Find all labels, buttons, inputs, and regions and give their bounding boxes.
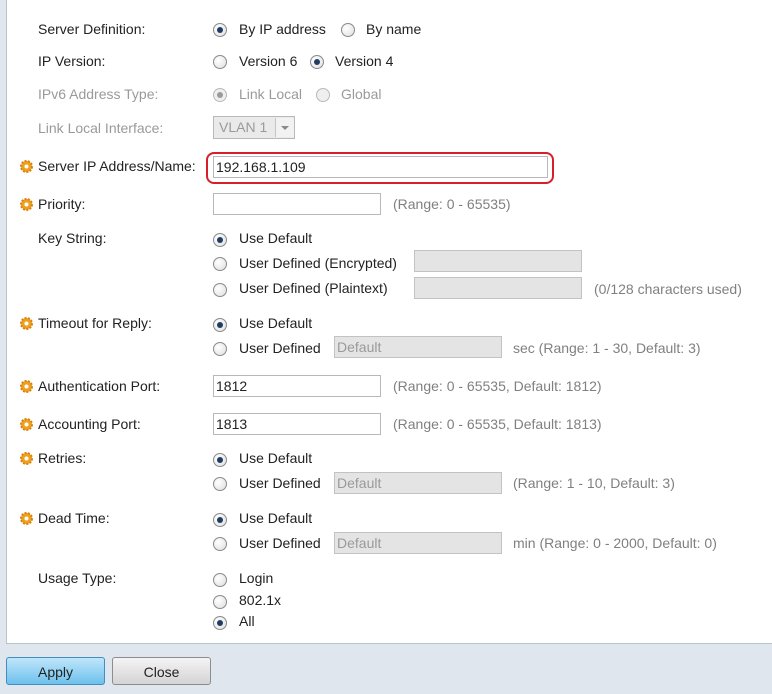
radio-version-6[interactable]	[213, 55, 227, 69]
timeout-for-reply-label: Timeout for Reply:	[38, 315, 152, 331]
by-ip-address-label: By IP address	[239, 21, 326, 37]
required-gear-icon	[20, 160, 33, 173]
version-4-label: Version 4	[335, 53, 394, 69]
dead-time-use-default-label: Use Default	[239, 510, 313, 526]
close-button[interactable]: Close	[112, 657, 211, 685]
timeout-range-hint: sec (Range: 1 - 30, Default: 3)	[513, 340, 701, 356]
timeout-use-default-label: Use Default	[239, 315, 313, 331]
server-ip-address-label: Server IP Address/Name:	[38, 158, 196, 174]
accounting-port-label: Accounting Port:	[38, 416, 141, 432]
radio-key-user-defined-plaintext[interactable]	[213, 283, 227, 297]
ip-version-label: IP Version:	[38, 53, 106, 69]
radio-by-ip-address[interactable]	[213, 23, 227, 37]
radio-timeout-use-default[interactable]	[213, 318, 227, 332]
apply-button[interactable]: Apply	[6, 657, 105, 685]
radio-link-local[interactable]	[213, 88, 227, 102]
radio-usage-802-1x[interactable]	[213, 595, 227, 609]
retries-use-default-label: Use Default	[239, 450, 313, 466]
dead-time-user-defined-input[interactable]: Default	[334, 532, 502, 554]
radio-usage-login[interactable]	[213, 573, 227, 587]
key-encrypted-input[interactable]	[414, 250, 582, 272]
required-gear-icon	[20, 380, 33, 393]
priority-range-hint: (Range: 0 - 65535)	[393, 196, 511, 212]
radio-global[interactable]	[316, 88, 330, 102]
usage-all-label: All	[239, 613, 255, 629]
retries-range-hint: (Range: 1 - 10, Default: 3)	[513, 475, 675, 491]
chevron-down-icon	[275, 118, 294, 137]
radio-retries-use-default[interactable]	[213, 453, 227, 467]
server-ip-highlight-annotation	[206, 152, 554, 184]
timeout-user-defined-label: User Defined	[239, 340, 321, 356]
usage-login-label: Login	[239, 570, 274, 586]
by-name-label: By name	[366, 21, 422, 37]
link-local-label: Link Local	[239, 86, 303, 102]
key-plaintext-input[interactable]	[414, 277, 582, 299]
timeout-user-defined-input[interactable]: Default	[334, 336, 502, 358]
key-user-defined-encrypted-label: User Defined (Encrypted)	[239, 255, 397, 271]
required-gear-icon	[20, 317, 33, 330]
dead-time-range-hint: min (Range: 0 - 2000, Default: 0)	[513, 535, 717, 551]
key-user-defined-plaintext-label: User Defined (Plaintext)	[239, 280, 388, 296]
radio-usage-all[interactable]	[213, 616, 227, 630]
link-local-interface-value: VLAN 1	[219, 119, 268, 135]
retries-user-defined-label: User Defined	[239, 475, 321, 491]
dead-time-user-defined-label: User Defined	[239, 535, 321, 551]
priority-input[interactable]	[213, 193, 381, 215]
link-local-interface-select[interactable]: VLAN 1	[213, 116, 295, 139]
radio-key-user-defined-encrypted[interactable]	[213, 257, 227, 271]
global-label: Global	[341, 86, 382, 102]
key-use-default-label: Use Default	[239, 230, 313, 246]
usage-type-label: Usage Type:	[38, 570, 117, 586]
authentication-port-label: Authentication Port:	[38, 378, 161, 394]
radio-timeout-user-defined[interactable]	[213, 342, 227, 356]
required-gear-icon	[20, 198, 33, 211]
link-local-interface-label: Link Local Interface:	[38, 120, 164, 136]
priority-label: Priority:	[38, 196, 86, 212]
required-gear-icon	[20, 512, 33, 525]
key-characters-used-hint: (0/128 characters used)	[594, 281, 742, 297]
radio-key-use-default[interactable]	[213, 233, 227, 247]
dead-time-label: Dead Time:	[38, 510, 110, 526]
authentication-port-input[interactable]: 1812	[213, 375, 381, 397]
radio-version-4[interactable]	[310, 55, 324, 69]
accounting-port-hint: (Range: 0 - 65535, Default: 1813)	[393, 416, 602, 432]
server-definition-label: Server Definition:	[38, 21, 146, 37]
radio-dead-time-use-default[interactable]	[213, 513, 227, 527]
radio-by-name[interactable]	[341, 23, 355, 37]
accounting-port-input[interactable]: 1813	[213, 413, 381, 435]
retries-user-defined-input[interactable]: Default	[334, 472, 502, 494]
key-string-label: Key String:	[38, 230, 107, 246]
radio-dead-time-user-defined[interactable]	[213, 537, 227, 551]
version-6-label: Version 6	[239, 53, 298, 69]
required-gear-icon	[20, 418, 33, 431]
authentication-port-hint: (Range: 0 - 65535, Default: 1812)	[393, 378, 602, 394]
usage-802-1x-label: 802.1x	[239, 592, 282, 608]
ipv6-address-type-label: IPv6 Address Type:	[38, 86, 159, 102]
required-gear-icon	[20, 452, 33, 465]
radio-retries-user-defined[interactable]	[213, 477, 227, 491]
retries-label: Retries:	[38, 450, 87, 466]
